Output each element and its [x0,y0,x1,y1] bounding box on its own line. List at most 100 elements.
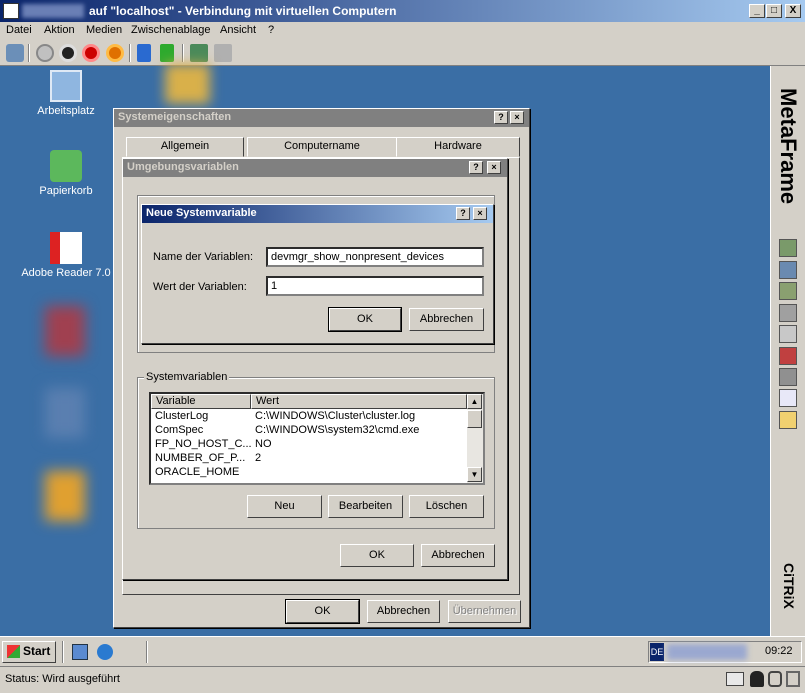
row-value: C:\WINDOWS\system32\cmd.exe [255,424,420,436]
list-scrollbar[interactable]: ▲ ▼ [467,394,483,483]
cancel-button[interactable]: Abbrechen [409,308,484,331]
internet-explorer-icon[interactable] [97,644,113,660]
tab-hardware[interactable]: Hardware [396,137,520,157]
row-value: 2 [255,452,262,464]
menu-ansicht[interactable]: Ansicht [220,24,256,36]
help-button[interactable]: ? [494,111,508,124]
table-row[interactable]: ORACLE_HOME [151,466,483,480]
desktop-icon-adobe-reader[interactable]: Adobe Reader 7.0 [21,232,111,279]
variable-value-field[interactable]: 1 [266,276,484,296]
menu-aktion[interactable]: Aktion [44,24,75,36]
computer-icon [50,70,82,102]
snapshot-icon[interactable] [190,44,208,62]
vm-toolbar [0,40,805,66]
desktop-icon-papierkorb[interactable]: Papierkorb [21,150,111,197]
chart-icon[interactable] [779,282,797,300]
help-button[interactable]: ? [456,207,470,220]
lock-icon [768,671,782,687]
shutdown-icon[interactable] [82,44,100,62]
maximize-button[interactable]: □ [766,4,782,18]
delete-variable-button[interactable]: Löschen [409,495,484,518]
scroll-thumb[interactable] [467,410,482,428]
table-row[interactable]: NUMBER_OF_P... 2 [151,452,483,466]
table-row[interactable]: FP_NO_HOST_C... NO [151,438,483,452]
menu-medien[interactable]: Medien [86,24,122,36]
apply-button[interactable]: Übernehmen [448,600,521,623]
pause-icon[interactable] [137,44,151,62]
ctrl-alt-del-icon[interactable] [6,44,24,62]
blurred-icon [45,306,85,356]
vm-window-title: auf "localhost" - Verbindung mit virtuel… [89,4,397,18]
menu-datei[interactable]: Datei [6,24,32,36]
column-header-variable[interactable]: Variable [151,394,251,409]
desktop-icon-label: Adobe Reader 7.0 [21,267,111,279]
variable-name-field[interactable]: devmgr_show_nonpresent_devices [266,247,484,267]
redacted-tray-icons [667,644,747,660]
edit-variable-button[interactable]: Bearbeiten [328,495,403,518]
scroll-down-icon[interactable]: ▼ [467,467,482,482]
settings-icon[interactable] [779,325,797,343]
ok-button[interactable]: OK [328,307,402,332]
close-button[interactable]: X [785,4,801,18]
row-variable: NUMBER_OF_P... [155,452,246,464]
show-desktop-icon[interactable] [72,644,88,660]
tab-allgemein[interactable]: Allgemein [126,137,244,157]
resume-icon[interactable] [160,44,174,62]
ok-button[interactable]: OK [340,544,414,567]
delete-icon[interactable] [779,347,797,365]
ok-button[interactable]: OK [285,599,360,624]
desktop-icon-label: Papierkorb [39,185,93,197]
folder-icon[interactable] [779,411,797,429]
taskbar-separator [146,641,148,663]
metaframe-side-panel: MetaFrame CiTRiX [770,66,805,636]
network-icon[interactable] [779,368,797,386]
recycle-bin-icon [50,150,82,182]
adobe-reader-icon [50,232,82,264]
disconnect-icon[interactable] [779,304,797,322]
blurred-icon [45,388,85,438]
clock: 09:22 [765,645,793,657]
user-icon [750,671,764,687]
desktop-icon-label: Arbeitsplatz [37,105,95,117]
new-system-variable-dialog: Neue Systemvariable ? × Name der Variabl… [141,204,494,344]
menu-bar: Datei Aktion Medien Zwischenablage Ansic… [0,22,805,40]
close-button[interactable]: × [473,207,487,220]
language-indicator[interactable]: DE [650,643,664,661]
environment-variables-titlebar: Umgebungsvariablen ? × [123,159,507,177]
new-variable-title: Neue Systemvariable [146,207,257,219]
table-row[interactable]: ClusterLog C:\WINDOWS\Cluster\cluster.lo… [151,410,483,424]
turn-off-icon[interactable] [59,44,77,62]
search-icon[interactable] [779,261,797,279]
close-button[interactable]: × [510,111,524,124]
status-bar: Status: Wird ausgeführt [0,666,805,693]
row-variable: ORACLE_HOME [155,466,240,478]
minimize-button[interactable]: _ [749,4,765,18]
variable-value-label: Wert der Variablen: [153,281,247,293]
help-button[interactable]: ? [469,161,483,174]
column-header-wert[interactable]: Wert [251,394,467,409]
taskbar-separator [62,641,64,663]
new-variable-button[interactable]: Neu [247,495,322,518]
new-variable-titlebar: Neue Systemvariable ? × [142,205,493,223]
cancel-button[interactable]: Abbrechen [367,600,440,623]
revert-icon[interactable] [214,44,232,62]
menu-help[interactable]: ? [268,24,274,36]
close-button[interactable]: × [487,161,501,174]
power-icon[interactable] [106,44,124,62]
tab-computername[interactable]: Computername [247,137,397,157]
start-vm-icon[interactable] [36,44,54,62]
blurred-icon [45,471,85,521]
menu-zwischenablage[interactable]: Zwischenablage [131,24,211,36]
start-button[interactable]: Start [2,641,56,663]
cancel-button[interactable]: Abbrechen [421,544,495,567]
scroll-up-icon[interactable]: ▲ [467,394,482,409]
table-row[interactable]: ComSpec C:\WINDOWS\system32\cmd.exe [151,424,483,438]
vm-window-titlebar: auf "localhost" - Verbindung mit virtuel… [0,0,805,22]
row-value: NO [255,438,272,450]
row-variable: ClusterLog [155,410,209,422]
tool-icon[interactable] [779,239,797,257]
status-text: Status: Wird ausgeführt [5,673,120,685]
system-variables-list[interactable]: Variable Wert ClusterLog C:\WINDOWS\Clus… [149,392,485,485]
document-icon[interactable] [779,389,797,407]
desktop-icon-arbeitsplatz[interactable]: Arbeitsplatz [21,70,111,117]
